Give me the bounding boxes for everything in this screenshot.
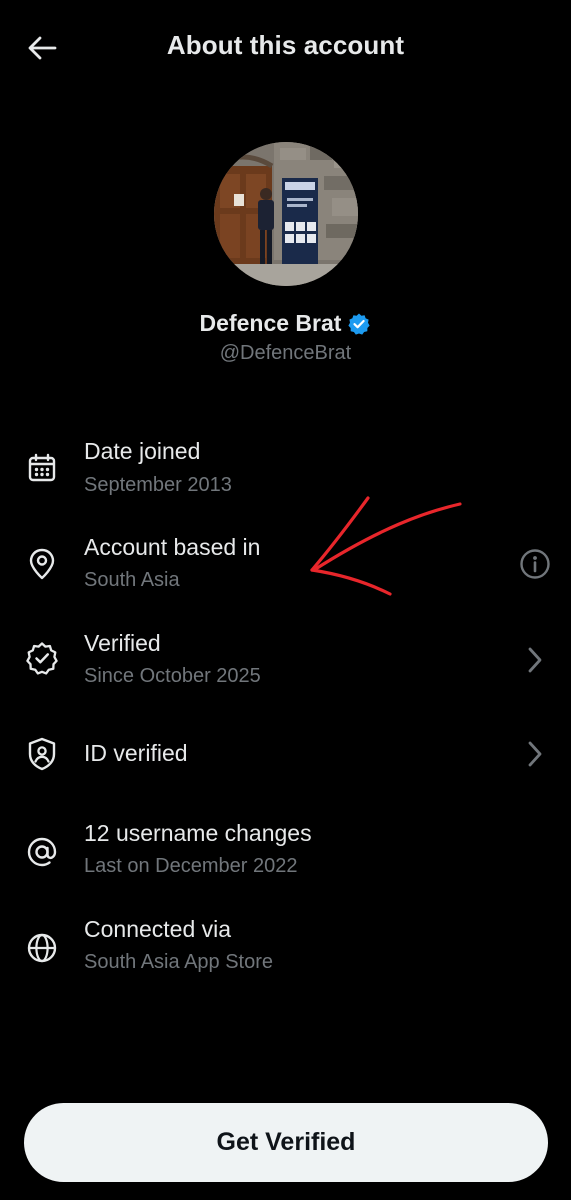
row-subtitle: Last on December 2022 xyxy=(84,855,298,877)
row-title: Date joined xyxy=(84,438,201,464)
id-verified-row[interactable]: ID verified xyxy=(0,716,571,796)
display-name: Defence Brat xyxy=(199,310,342,336)
get-verified-button[interactable]: Get Verified xyxy=(24,1103,548,1182)
row-title: Account based in xyxy=(84,534,261,560)
row-subtitle: South Asia App Store xyxy=(84,951,274,973)
chevron-right-icon xyxy=(517,736,553,772)
avatar xyxy=(214,142,358,286)
row-subtitle: September 2013 xyxy=(84,474,232,496)
verified-badge-icon xyxy=(22,638,62,678)
info-icon xyxy=(520,549,550,579)
info-button[interactable] xyxy=(517,546,553,582)
profile-name-row: Defence Brat xyxy=(0,310,571,337)
row-subtitle: South Asia xyxy=(84,569,180,591)
id-shield-icon xyxy=(22,734,62,774)
row-title: Verified xyxy=(84,630,161,656)
chevron-right-icon xyxy=(517,642,553,678)
username-changes-row: 12 username changes Last on December 202… xyxy=(0,812,571,892)
globe-icon xyxy=(22,928,62,968)
row-title: ID verified xyxy=(84,740,188,766)
row-subtitle: Since October 2025 xyxy=(84,665,261,687)
user-handle: @DefenceBrat xyxy=(219,342,352,364)
row-title: 12 username changes xyxy=(84,820,312,846)
location-pin-icon xyxy=(22,544,62,584)
at-sign-icon xyxy=(22,832,62,872)
top-bar: About this account xyxy=(0,0,571,96)
page-title: About this account xyxy=(166,30,405,60)
row-title: Connected via xyxy=(84,916,232,942)
calendar-icon xyxy=(22,448,62,488)
verified-check-icon xyxy=(348,313,371,335)
date-joined-row: Date joined September 2013 xyxy=(0,430,571,510)
connected-via-row: Connected via South Asia App Store xyxy=(0,908,571,988)
account-based-in-row: Account based in South Asia xyxy=(0,526,571,606)
verified-row[interactable]: Verified Since October 2025 xyxy=(0,622,571,702)
get-verified-label: Get Verified xyxy=(216,1128,356,1156)
about-account-screen: About this account Defence Brat @Defence… xyxy=(0,0,571,1200)
